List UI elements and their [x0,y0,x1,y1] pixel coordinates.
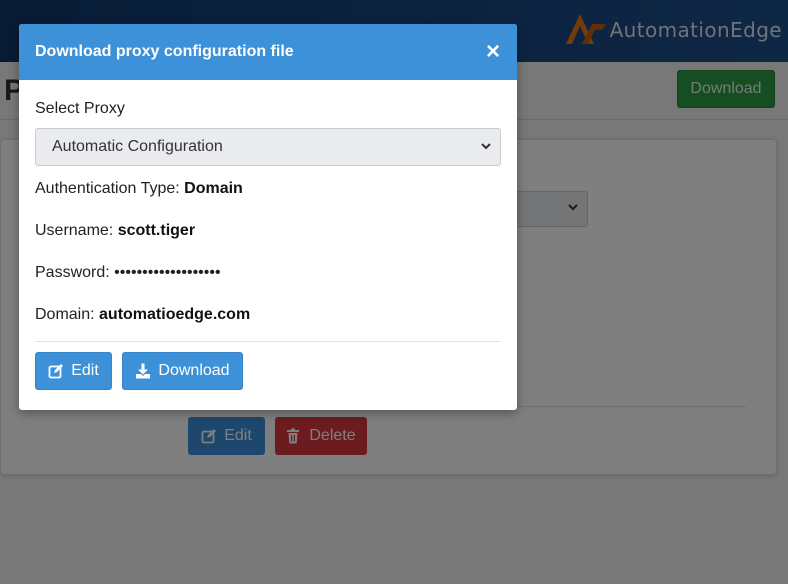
username-label: Username: [35,222,114,239]
username-row: Username: scott.tiger [35,210,501,252]
proxy-select-value: Automatic Configuration [52,138,223,155]
download-button-label: Download [158,362,230,379]
edit-icon [48,363,64,379]
select-proxy-label: Select Proxy [35,100,125,117]
domain-label: Domain: [35,306,95,323]
modal-body: Select Proxy Automatic Configuration Aut… [19,80,517,390]
chevron-down-icon [480,139,492,153]
modal-title: Download proxy configuration file [35,43,294,60]
proxy-select[interactable]: Automatic Configuration [35,128,501,166]
domain-row: Domain: automatioedge.com [35,294,501,336]
password-value: ••••••••••••••••••• [114,264,221,281]
edit-button-label: Edit [71,362,99,379]
auth-type-row: Authentication Type: Domain [35,168,501,210]
password-label: Password: [35,264,110,281]
domain-value: automatioedge.com [99,306,251,323]
download-proxy-modal: Download proxy configuration file × Sele… [19,24,517,410]
auth-type-label: Authentication Type: [35,180,180,197]
download-button[interactable]: Download [122,352,243,390]
download-icon [135,363,151,379]
password-row: Password: ••••••••••••••••••• [35,252,501,294]
modal-footer: Edit Download [35,342,501,390]
modal-header: Download proxy configuration file × [19,24,517,80]
username-value: scott.tiger [117,222,196,239]
close-icon[interactable]: × [485,40,501,64]
edit-button[interactable]: Edit [35,352,112,390]
auth-type-value: Domain [184,180,243,197]
